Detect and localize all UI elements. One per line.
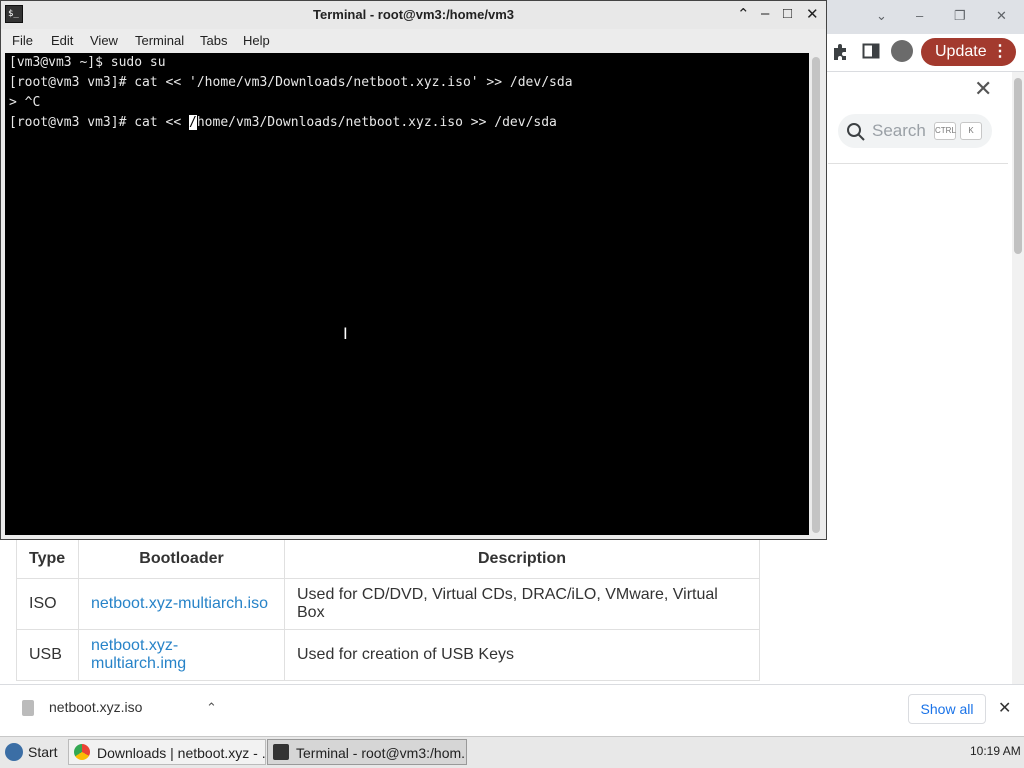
terminal-line: > ^C — [9, 95, 41, 110]
file-icon — [22, 700, 34, 716]
show-all-button[interactable]: Show all — [908, 694, 986, 724]
shade-icon[interactable]: ⌃ — [737, 5, 750, 23]
terminal-window[interactable]: $_ Terminal - root@vm3:/home/vm3 ⌃ – □ ✕… — [0, 0, 827, 540]
more-menu-icon[interactable]: ⋮ — [992, 38, 1008, 66]
close-window-icon[interactable]: ✕ — [996, 8, 1007, 24]
table-cell-type: ISO — [16, 578, 79, 630]
scrollbar-thumb[interactable] — [1014, 78, 1022, 254]
terminal-icon — [273, 744, 289, 760]
menu-help[interactable]: Help — [243, 33, 270, 48]
start-label: Start — [28, 744, 58, 760]
download-filename[interactable]: netboot.xyz.iso — [49, 699, 142, 715]
terminal-scrollbar-thumb[interactable] — [812, 57, 820, 533]
taskbar-item-label: Terminal - root@vm3:/hom... — [296, 745, 467, 761]
table-cell-description: Used for CD/DVD, Virtual CDs, DRAC/iLO, … — [284, 578, 760, 630]
search-placeholder: Search — [872, 121, 926, 140]
terminal-line: [root@vm3 vm3]# cat << '/home/vm3/Downlo… — [9, 75, 573, 90]
terminal-line: [vm3@vm3 ~]$ sudo su — [9, 55, 166, 70]
search-icon — [847, 123, 865, 141]
extensions-icon[interactable] — [830, 42, 850, 62]
menu-view[interactable]: View — [90, 33, 118, 48]
side-panel-icon[interactable] — [862, 42, 880, 60]
divider — [828, 163, 1008, 164]
menu-terminal[interactable]: Terminal — [135, 33, 184, 48]
chrome-icon — [74, 744, 90, 760]
minimize-icon[interactable]: – — [916, 8, 923, 23]
tab-search-chevron-icon[interactable]: ⌄ — [876, 8, 887, 24]
command-text: home/vm3/Downloads/netboot.xyz.iso >> /d… — [196, 115, 557, 130]
terminal-output[interactable]: [vm3@vm3 ~]$ sudo su [root@vm3 vm3]# cat … — [5, 53, 809, 535]
table-cell-description: Used for creation of USB Keys — [284, 629, 760, 681]
menu-tabs[interactable]: Tabs — [200, 33, 227, 48]
start-button[interactable]: Start — [2, 740, 66, 764]
table-cell-type: USB — [16, 629, 79, 681]
table-row: USB netboot.xyz-multiarch.img Used for c… — [16, 629, 760, 681]
taskbar-item-terminal[interactable]: Terminal - root@vm3:/hom... — [267, 739, 467, 765]
close-icon[interactable]: ✕ — [998, 698, 1011, 718]
bootloader-link[interactable]: netboot.xyz-multiarch.iso — [91, 595, 268, 612]
table-row: ISO netboot.xyz-multiarch.iso Used for C… — [16, 578, 760, 630]
terminal-current-line: [root@vm3 vm3]# cat << /home/vm3/Downloa… — [9, 113, 809, 133]
bootloader-table: Type Bootloader Description ISO netboot.… — [16, 524, 760, 681]
taskbar-item-browser[interactable]: Downloads | netboot.xyz - ... — [68, 739, 266, 765]
chevron-up-icon[interactable]: ⌃ — [206, 700, 217, 716]
search-input[interactable]: Search CTRL K — [838, 114, 992, 148]
ibeam-cursor-icon: Ⅰ — [343, 324, 348, 343]
side-panel-close-icon[interactable]: ✕ — [974, 76, 992, 102]
profile-avatar[interactable] — [891, 40, 913, 62]
terminal-title-bar[interactable]: $_ Terminal - root@vm3:/home/vm3 ⌃ – □ ✕ — [1, 1, 826, 29]
update-label: Update — [935, 43, 987, 60]
maximize-icon[interactable]: ❐ — [954, 8, 966, 24]
prompt-text: [root@vm3 vm3]# cat << — [9, 115, 190, 130]
terminal-menubar: File Edit View Terminal Tabs Help — [1, 29, 826, 53]
text-cursor: / — [189, 115, 197, 130]
terminal-title: Terminal - root@vm3:/home/vm3 — [313, 7, 514, 22]
clock: 10:19 AM — [970, 744, 1021, 758]
maximize-icon[interactable]: □ — [783, 5, 792, 22]
kbd-ctrl: CTRL — [934, 122, 956, 140]
menu-edit[interactable]: Edit — [51, 33, 73, 48]
close-icon[interactable]: ✕ — [806, 5, 819, 23]
menu-file[interactable]: File — [12, 33, 33, 48]
minimize-icon[interactable]: – — [761, 5, 769, 22]
update-button[interactable]: Update ⋮ — [921, 38, 1016, 66]
taskbar-item-label: Downloads | netboot.xyz - ... — [97, 745, 266, 761]
kbd-k: K — [960, 122, 982, 140]
bootloader-link[interactable]: netboot.xyz-multiarch.img — [91, 637, 186, 672]
